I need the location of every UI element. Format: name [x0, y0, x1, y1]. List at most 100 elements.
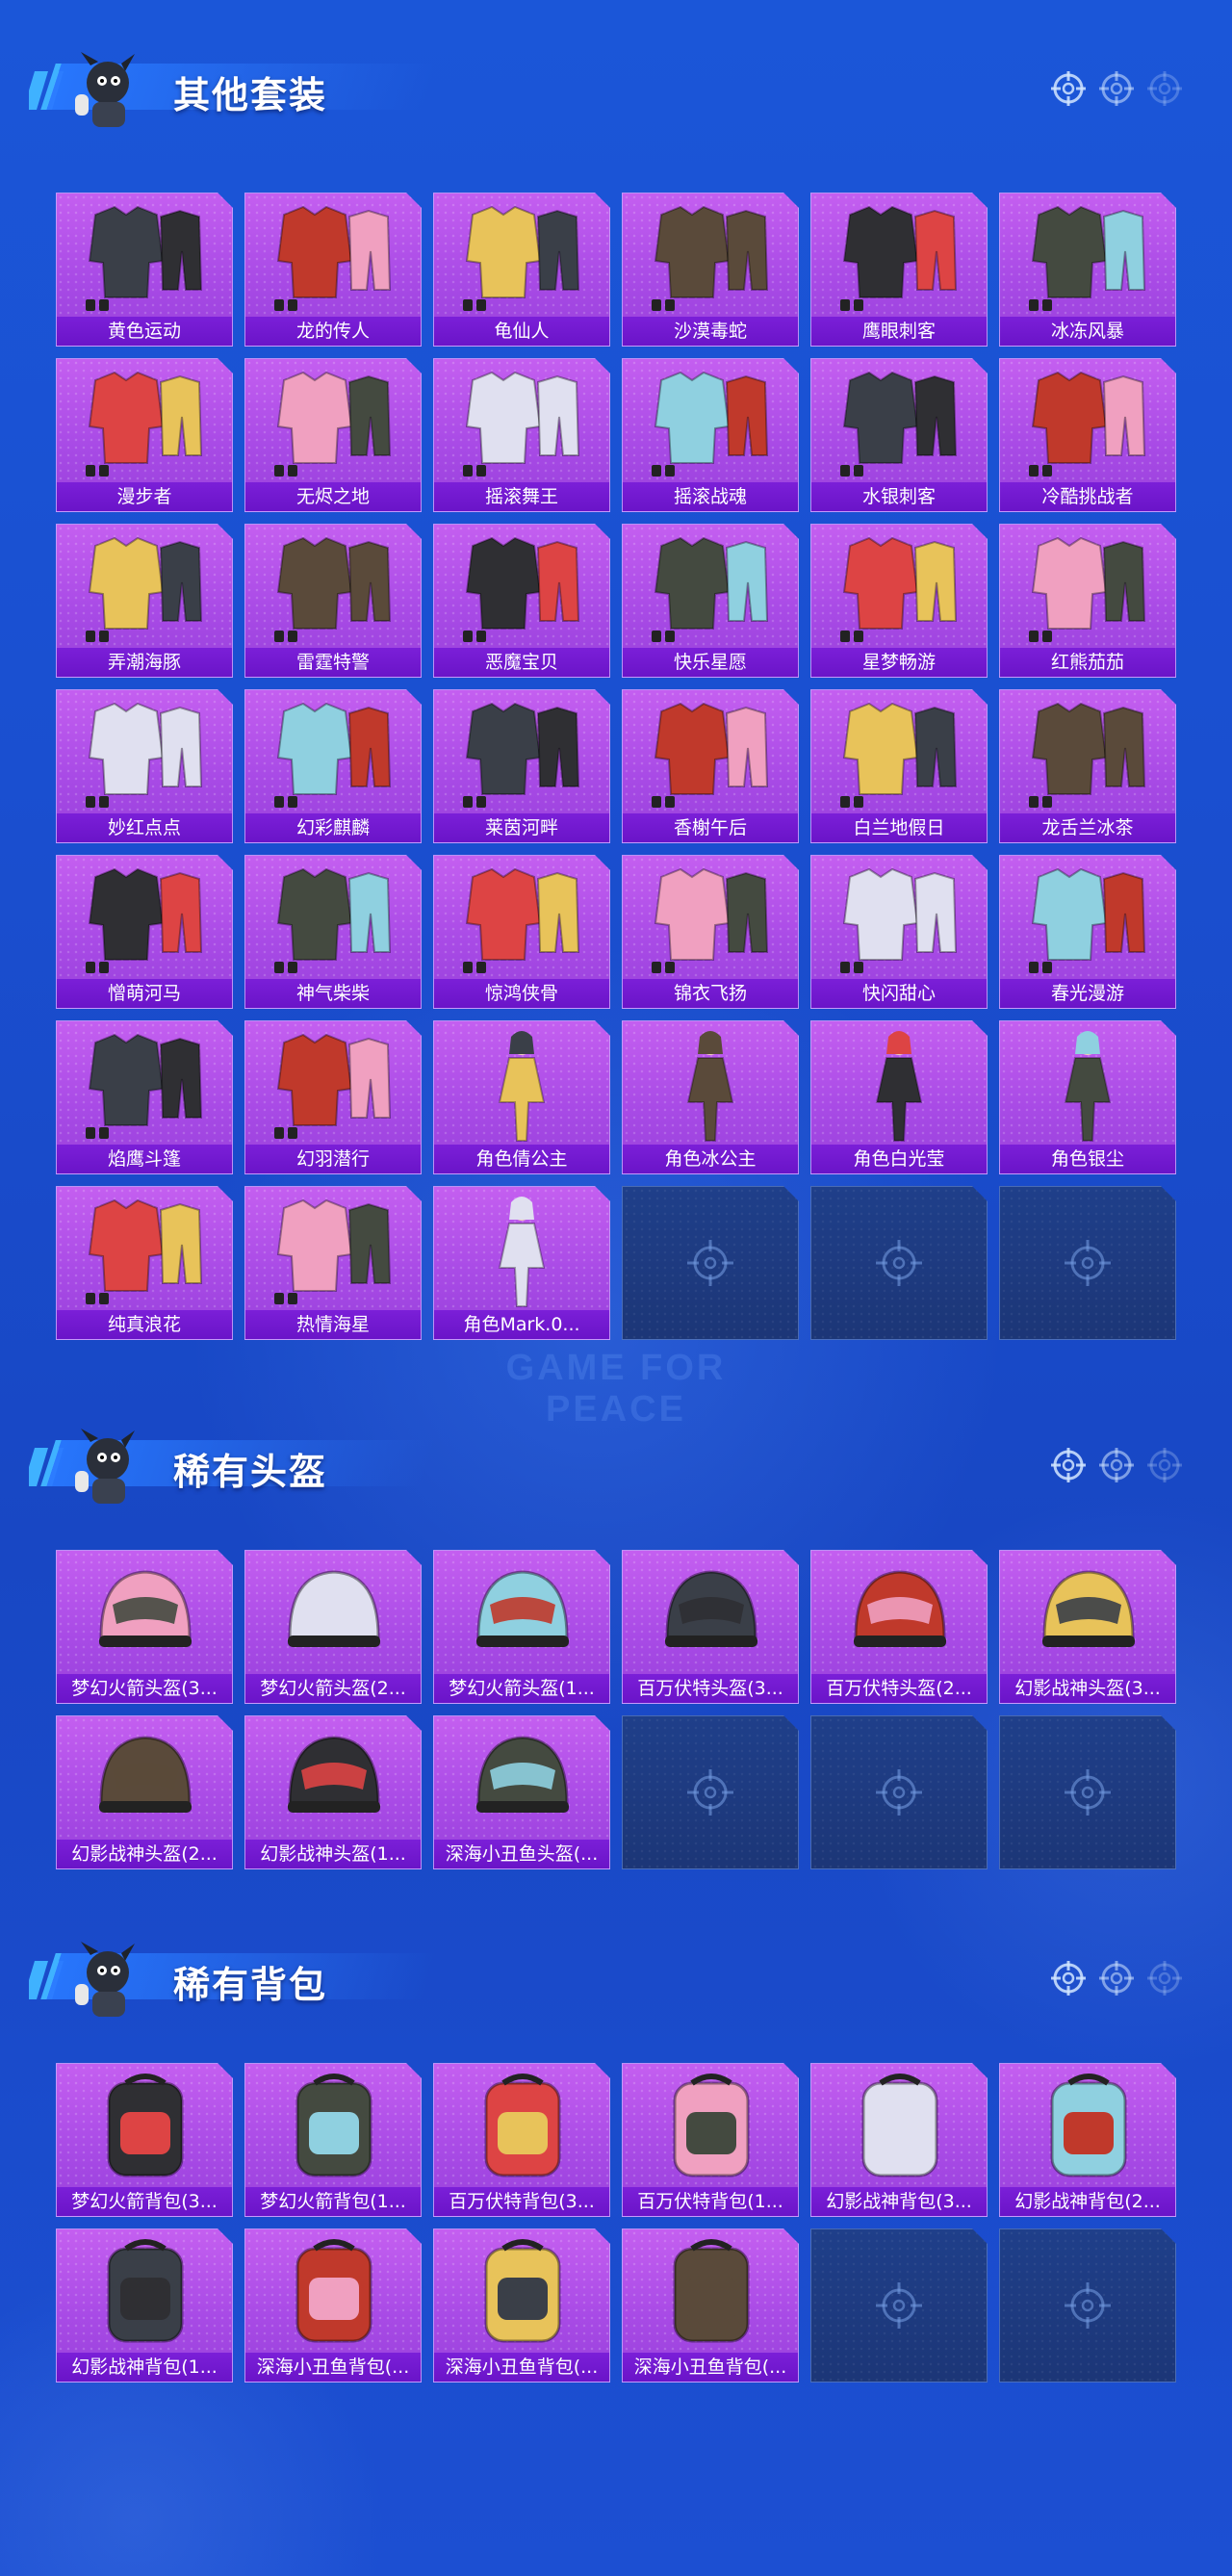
- item-card[interactable]: 角色倩公主: [433, 1020, 610, 1174]
- item-card[interactable]: 梦幻火箭背包(3...: [56, 2063, 233, 2217]
- outfit-image: [434, 856, 609, 979]
- item-label: 水银刺客: [811, 482, 987, 511]
- item-label: 幻影战神头盔(3...: [1000, 1674, 1175, 1703]
- item-card[interactable]: 角色白光莹: [810, 1020, 988, 1174]
- item-card[interactable]: 幻影战神头盔(2...: [56, 1715, 233, 1869]
- item-card[interactable]: 星梦畅游: [810, 524, 988, 678]
- item-card[interactable]: 冷酷挑战者: [999, 358, 1176, 512]
- item-card[interactable]: 神气柴柴: [244, 855, 422, 1009]
- item-card[interactable]: 摇滚战魂: [622, 358, 799, 512]
- figure-image: [434, 1021, 609, 1145]
- item-card[interactable]: 幻彩麒麟: [244, 689, 422, 843]
- crosshair-icon: [1145, 1959, 1184, 1997]
- item-card[interactable]: 龙舌兰冰茶: [999, 689, 1176, 843]
- item-card[interactable]: 角色Mark.0...: [433, 1186, 610, 1340]
- outfit-image: [245, 359, 421, 482]
- item-card[interactable]: 角色银尘: [999, 1020, 1176, 1174]
- outfit-image: [434, 193, 609, 317]
- figure-image: [623, 1021, 798, 1145]
- crosshair-icon: [1145, 69, 1184, 108]
- item-label: 深海小丑鱼背包(...: [623, 2353, 798, 2382]
- item-label: 鹰眼刺客: [811, 317, 987, 346]
- helmet-image: [57, 1716, 232, 1840]
- item-card[interactable]: 龙的传人: [244, 193, 422, 347]
- item-card[interactable]: 香榭午后: [622, 689, 799, 843]
- outfit-image: [811, 690, 987, 813]
- item-card[interactable]: 幻影战神背包(2...: [999, 2063, 1176, 2217]
- item-card[interactable]: 深海小丑鱼头盔(...: [433, 1715, 610, 1869]
- item-card[interactable]: 幻影战神背包(1...: [56, 2228, 233, 2383]
- empty-slot: [999, 1715, 1176, 1869]
- item-grid: 梦幻火箭背包(3... 梦幻火箭背包(1... 百万伏特背包(3... 百万伏特背包(…: [56, 2063, 1176, 2383]
- item-card[interactable]: 深海小丑鱼背包(...: [622, 2228, 799, 2383]
- item-label: 摇滚战魂: [623, 482, 798, 511]
- item-card[interactable]: 梦幻火箭头盔(1...: [433, 1550, 610, 1704]
- item-card[interactable]: 水银刺客: [810, 358, 988, 512]
- item-card[interactable]: 快闪甜心: [810, 855, 988, 1009]
- empty-slot: [810, 2228, 988, 2383]
- item-card[interactable]: 百万伏特背包(1...: [622, 2063, 799, 2217]
- item-card[interactable]: 春光漫游: [999, 855, 1176, 1009]
- item-card[interactable]: 幻影战神背包(3...: [810, 2063, 988, 2217]
- empty-crosshair-icon: [811, 1187, 987, 1339]
- helmet-image: [811, 1551, 987, 1674]
- item-card[interactable]: 角色冰公主: [622, 1020, 799, 1174]
- item-card[interactable]: 摇滚舞王: [433, 358, 610, 512]
- item-label: 幻影战神背包(1...: [57, 2353, 232, 2382]
- item-card[interactable]: 幻影战神头盔(1...: [244, 1715, 422, 1869]
- item-card[interactable]: 百万伏特头盔(2...: [810, 1550, 988, 1704]
- item-label: 梦幻火箭背包(3...: [57, 2187, 232, 2216]
- item-card[interactable]: 百万伏特头盔(3...: [622, 1550, 799, 1704]
- empty-slot: [999, 2228, 1176, 2383]
- outfit-image: [434, 525, 609, 648]
- item-card[interactable]: 沙漠毒蛇: [622, 193, 799, 347]
- item-card[interactable]: 妙红点点: [56, 689, 233, 843]
- item-card[interactable]: 黄色运动: [56, 193, 233, 347]
- item-card[interactable]: 雷霆特警: [244, 524, 422, 678]
- item-card[interactable]: 热情海星: [244, 1186, 422, 1340]
- item-card[interactable]: 梦幻火箭头盔(3...: [56, 1550, 233, 1704]
- item-label: 龙的传人: [245, 317, 421, 346]
- empty-crosshair-icon: [811, 2229, 987, 2382]
- item-card[interactable]: 无烬之地: [244, 358, 422, 512]
- item-card[interactable]: 龟仙人: [433, 193, 610, 347]
- item-card[interactable]: 白兰地假日: [810, 689, 988, 843]
- outfit-image: [811, 525, 987, 648]
- helmet-image: [1000, 1551, 1175, 1674]
- item-card[interactable]: 梦幻火箭背包(1...: [244, 2063, 422, 2217]
- item-card[interactable]: 红熊茄茄: [999, 524, 1176, 678]
- outfit-image: [811, 359, 987, 482]
- item-card[interactable]: 莱茵河畔: [433, 689, 610, 843]
- item-card[interactable]: 憎萌河马: [56, 855, 233, 1009]
- backpack-image: [245, 2229, 421, 2353]
- item-card[interactable]: 幻影战神头盔(3...: [999, 1550, 1176, 1704]
- item-card[interactable]: 恶魔宝贝: [433, 524, 610, 678]
- item-card[interactable]: 快乐星愿: [622, 524, 799, 678]
- item-card[interactable]: 锦衣飞扬: [622, 855, 799, 1009]
- outfit-image: [245, 856, 421, 979]
- item-card[interactable]: 漫步者: [56, 358, 233, 512]
- item-card[interactable]: 梦幻火箭头盔(2...: [244, 1550, 422, 1704]
- item-card[interactable]: 鹰眼刺客: [810, 193, 988, 347]
- item-card[interactable]: 弄潮海豚: [56, 524, 233, 678]
- outfit-image: [245, 1021, 421, 1145]
- item-card[interactable]: 惊鸿侠骨: [433, 855, 610, 1009]
- item-card[interactable]: 纯真浪花: [56, 1186, 233, 1340]
- crosshair-icon: [1049, 1446, 1088, 1484]
- item-label: 惊鸿侠骨: [434, 979, 609, 1008]
- item-card[interactable]: 深海小丑鱼背包(...: [433, 2228, 610, 2383]
- item-label: 无烬之地: [245, 482, 421, 511]
- item-card[interactable]: 百万伏特背包(3...: [433, 2063, 610, 2217]
- item-label: 热情海星: [245, 1310, 421, 1339]
- helmet-image: [57, 1551, 232, 1674]
- item-card[interactable]: 深海小丑鱼背包(...: [244, 2228, 422, 2383]
- item-card[interactable]: 冰冻风暴: [999, 193, 1176, 347]
- helmet-image: [623, 1551, 798, 1674]
- backpack-image: [434, 2229, 609, 2353]
- backpack-image: [245, 2064, 421, 2187]
- item-label: 百万伏特头盔(2...: [811, 1674, 987, 1703]
- backpack-image: [434, 2064, 609, 2187]
- helmet-image: [434, 1551, 609, 1674]
- item-card[interactable]: 焰鹰斗篷: [56, 1020, 233, 1174]
- item-card[interactable]: 幻羽潜行: [244, 1020, 422, 1174]
